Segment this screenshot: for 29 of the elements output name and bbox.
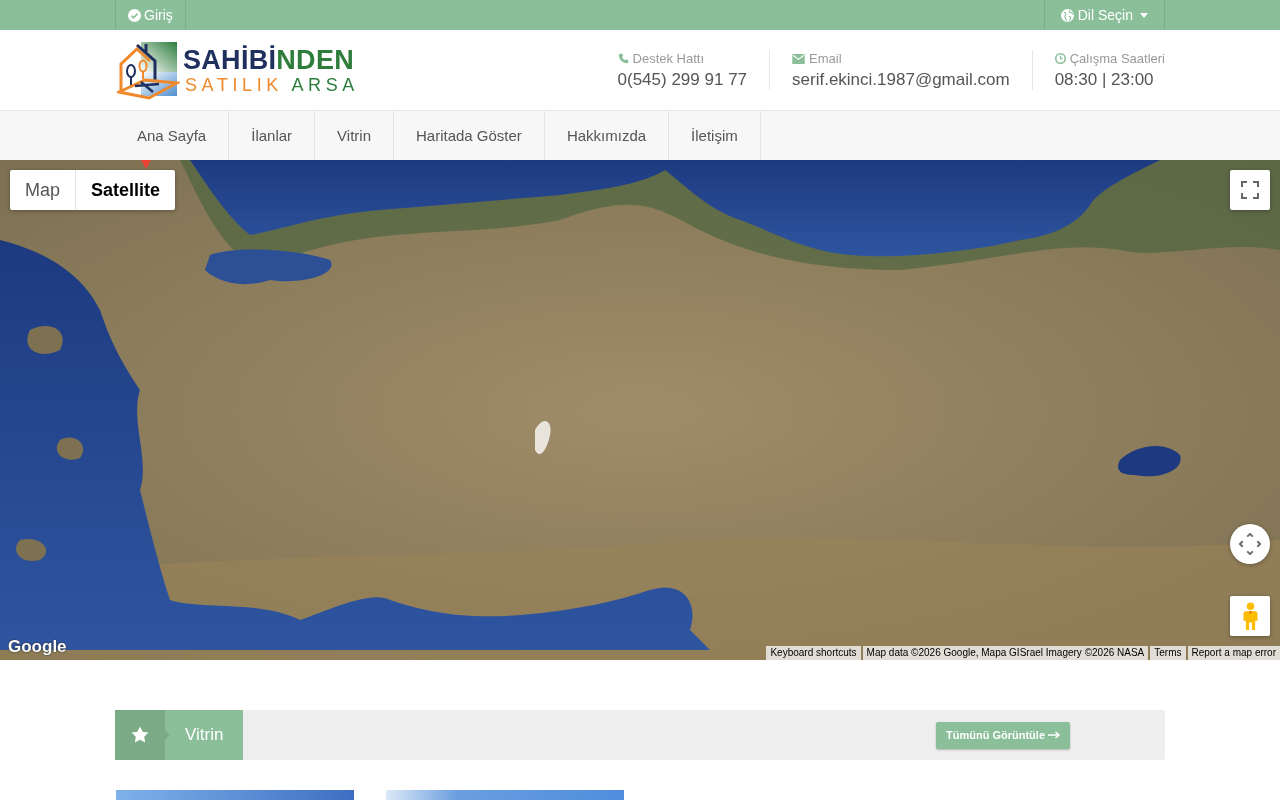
map-type-button[interactable]: Satellite: [75, 170, 176, 210]
terms-link[interactable]: Terms: [1150, 646, 1186, 660]
logo-subtitle: SATILIK ARSA: [185, 75, 359, 95]
keyboard-shortcuts-button[interactable]: Keyboard shortcuts: [766, 646, 861, 660]
clock-icon: [1054, 53, 1066, 64]
map-data-attribution: Map data ©2026 Google, Mapa GISrael Imagery ©2026 NASA: [862, 646, 1149, 660]
person-icon: [1242, 602, 1258, 630]
globe-icon: [1060, 8, 1074, 22]
contact-label: Çalışma Saatleri: [1069, 50, 1165, 67]
star-icon: [115, 710, 170, 760]
arrow-right-icon: [1048, 731, 1060, 739]
map-type-button[interactable]: Map: [10, 170, 75, 210]
contact-value: 0(545) 299 91 77: [617, 68, 748, 90]
phone-icon: [617, 53, 629, 64]
fullscreen-button[interactable]: [1230, 170, 1270, 210]
caret-down-icon: [1140, 12, 1148, 18]
house-icon: [117, 40, 180, 100]
logo-title: SAHİBİNDEN: [183, 45, 356, 75]
contact-value: serif.ekinci.1987@gmail.com: [792, 68, 1010, 90]
envelope-icon: [792, 53, 806, 64]
check-circle-icon: [128, 8, 141, 22]
google-logo: Google: [8, 637, 67, 657]
contact-label: Destek Hattı: [632, 50, 705, 67]
four-arrows-icon: [1239, 533, 1261, 555]
contact-label: Email: [809, 50, 842, 67]
contact-value: 08:30 | 23:00: [1054, 68, 1155, 90]
section-title: Vitrin: [165, 710, 244, 760]
report-error-link[interactable]: Report a map error: [1187, 646, 1280, 660]
fullscreen-icon: [1241, 181, 1259, 199]
